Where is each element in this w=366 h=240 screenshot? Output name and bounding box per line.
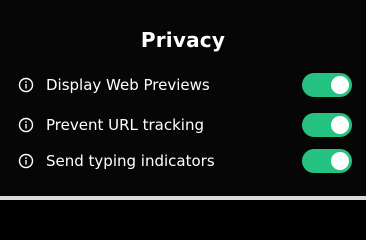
prevent-url-tracking-toggle[interactable] bbox=[302, 113, 352, 137]
display-web-previews-toggle[interactable] bbox=[302, 73, 352, 97]
toggle-knob bbox=[331, 152, 349, 170]
toggle-knob bbox=[331, 116, 349, 134]
setting-row-send-typing-indicators: Send typing indicators bbox=[18, 149, 352, 173]
setting-label: Display Web Previews bbox=[46, 76, 210, 94]
bottom-divider bbox=[0, 196, 366, 200]
setting-label: Send typing indicators bbox=[46, 152, 215, 170]
setting-row-display-web-previews: Display Web Previews bbox=[18, 73, 352, 97]
info-icon[interactable] bbox=[18, 77, 34, 93]
info-icon[interactable] bbox=[18, 153, 34, 169]
send-typing-indicators-toggle[interactable] bbox=[302, 149, 352, 173]
setting-row-prevent-url-tracking: Prevent URL tracking bbox=[18, 113, 352, 137]
setting-label: Prevent URL tracking bbox=[46, 116, 205, 134]
page-title: Privacy bbox=[140, 28, 226, 52]
toggle-knob bbox=[331, 76, 349, 94]
privacy-panel: Privacy Display Web Previews Prevent URL… bbox=[0, 0, 366, 196]
info-icon[interactable] bbox=[18, 117, 34, 133]
